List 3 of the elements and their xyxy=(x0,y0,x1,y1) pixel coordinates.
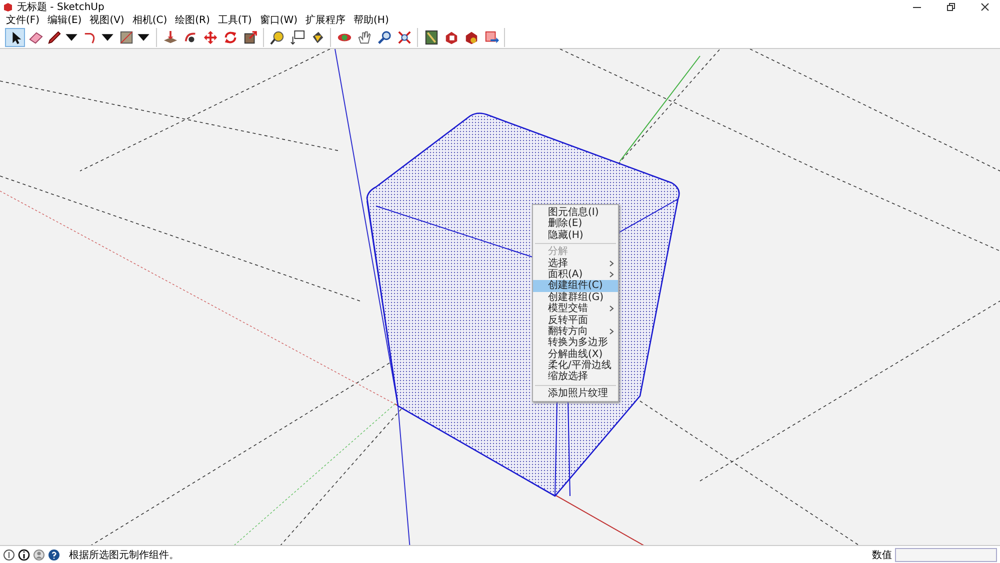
status-message: 根据所选图元制作组件。 xyxy=(69,548,180,562)
measurement-label: 数值 xyxy=(872,549,892,562)
window-title: 无标题 - SketchUp xyxy=(17,0,106,14)
